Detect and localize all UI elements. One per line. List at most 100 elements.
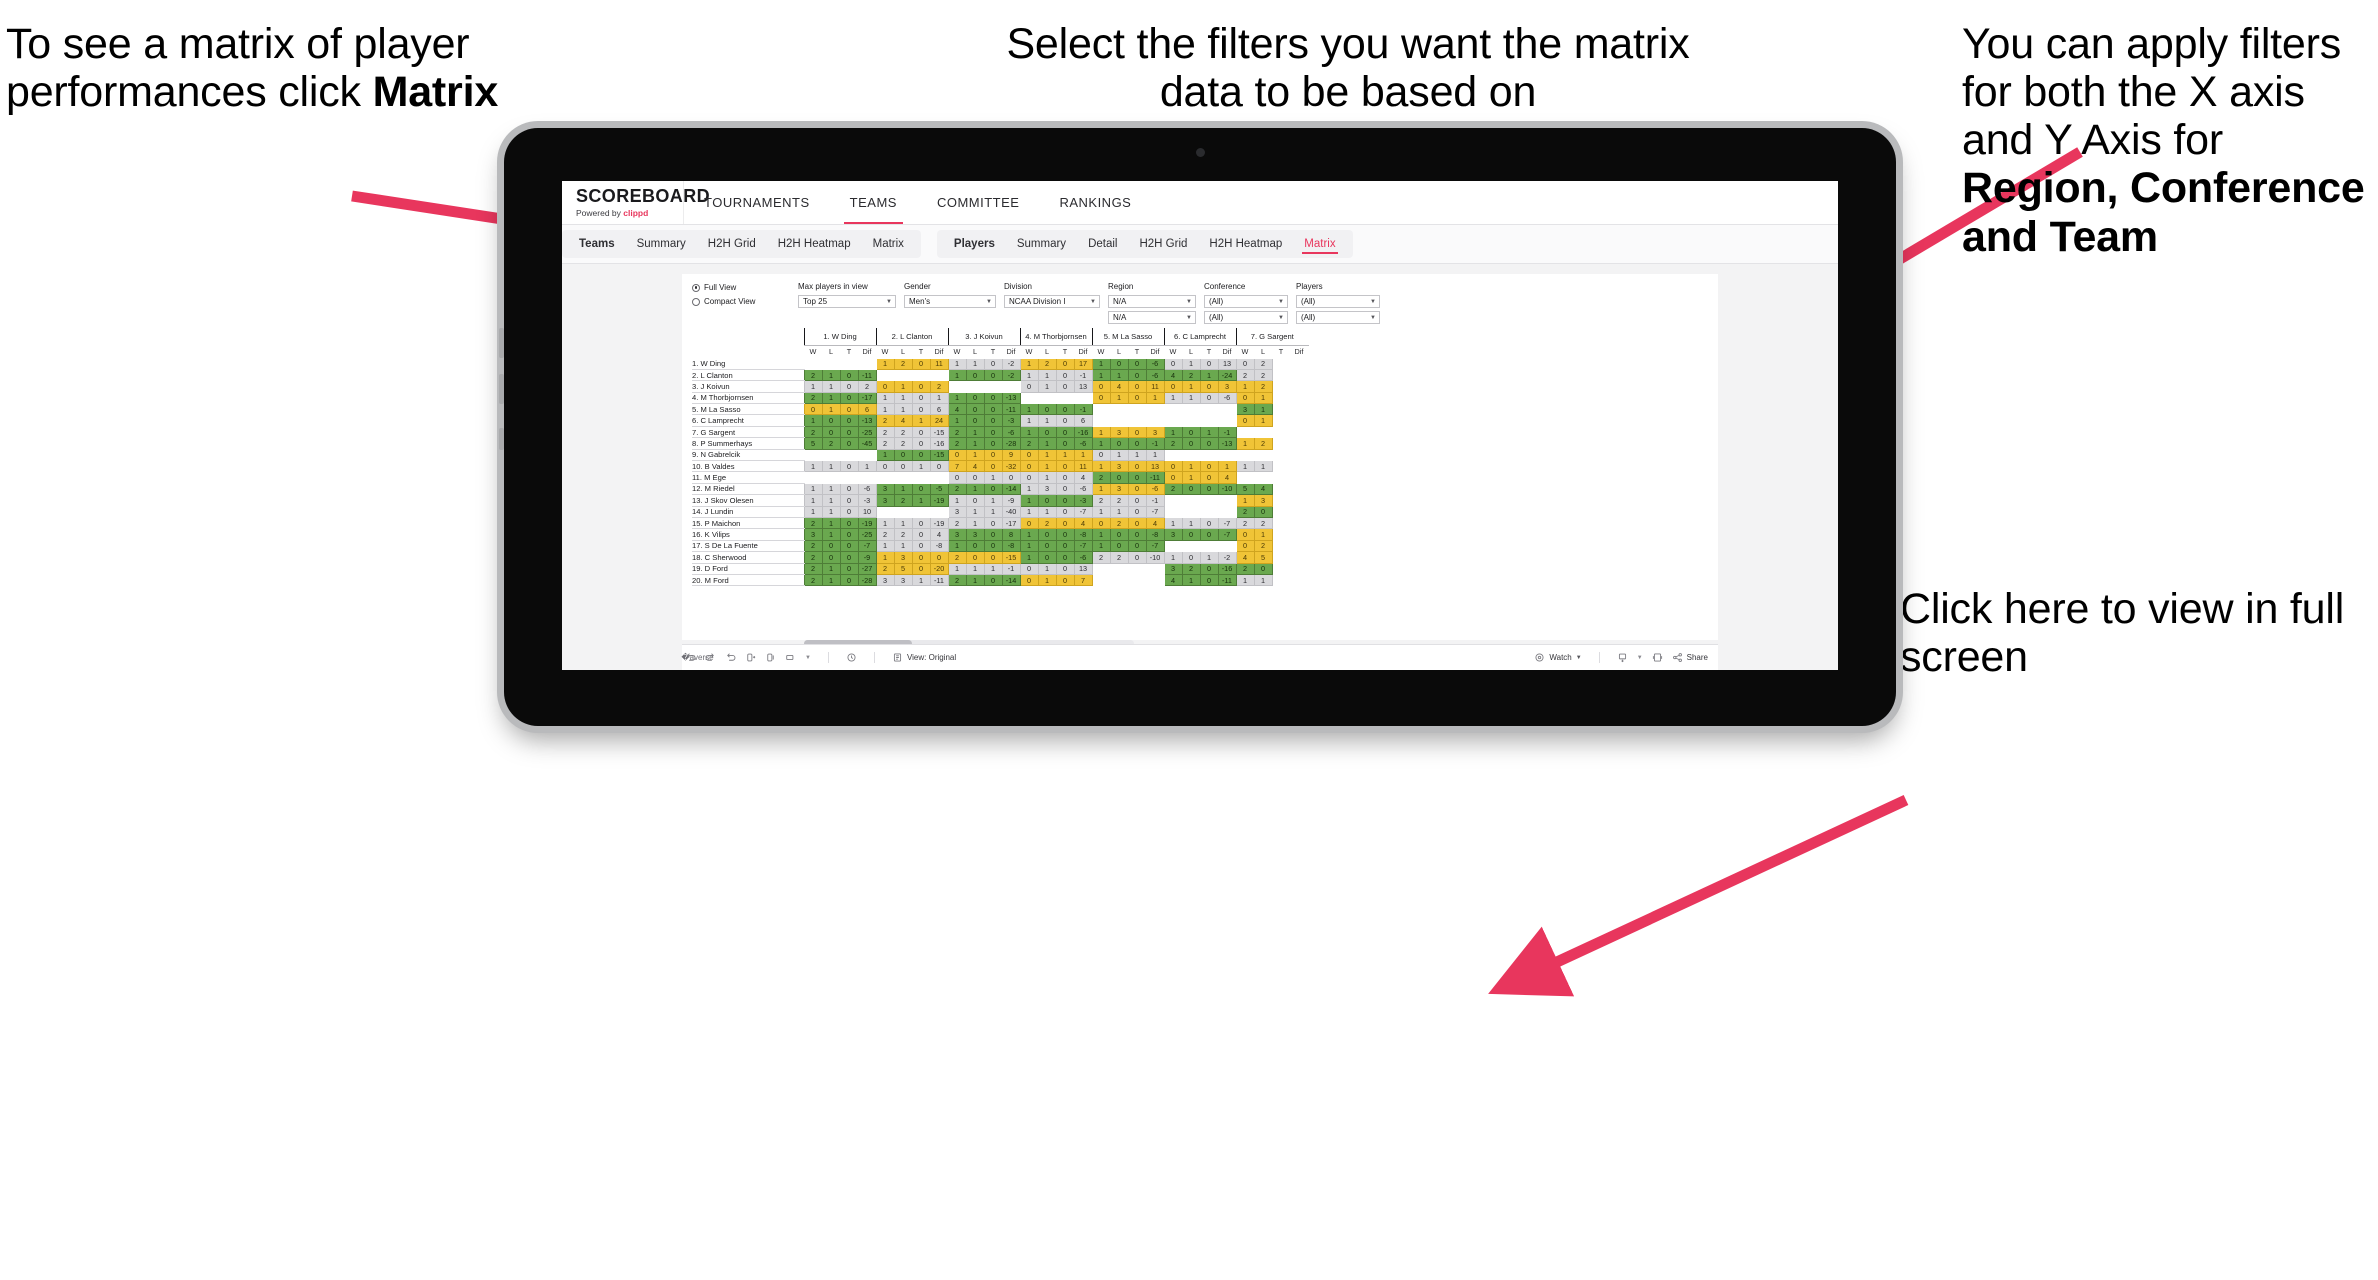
matrix-cell[interactable]: 0 [911,380,931,393]
matrix-cell[interactable]: -1 [1001,562,1021,575]
matrix-cell[interactable]: 1 [1253,414,1273,427]
matrix-cell[interactable]: 0 [1199,459,1219,473]
matrix-row[interactable]: 12. M Riedel 1 1 0 -6 3 1 0 -5 2 1 0 -14 1 3 0 -6 1 3 0 -6 2 0… [692,482,1309,496]
matrix-cell[interactable] [1163,403,1183,416]
matrix-row-label[interactable]: 8. P Summerhays [692,437,804,450]
matrix-cell[interactable]: 0 [821,425,841,439]
matrix-cell[interactable]: -45 [857,437,877,450]
fullscreen-icon[interactable] [1652,652,1663,663]
matrix-cell[interactable]: 0 [1127,437,1147,450]
matrix-cell[interactable]: 1 [965,516,985,530]
matrix-cell[interactable]: -6 [1073,437,1093,450]
matrix-cell[interactable]: 0 [983,368,1003,382]
matrix-cell[interactable]: 0 [1127,539,1147,553]
matrix-cell[interactable] [803,471,823,484]
matrix-cell[interactable]: 24 [929,414,949,427]
matrix-cell[interactable]: 0 [821,539,841,553]
matrix-row[interactable]: 6. C Lamprecht 1 0 0 -13 2 4 1 24 1 0 0 -3 1 1 0 6 0 1 [692,414,1309,427]
matrix-cell[interactable]: 2 [803,551,823,564]
matrix-row-label[interactable]: 18. C Sherwood [692,551,804,564]
matrix-cell[interactable]: 1 [857,459,877,473]
matrix-row-label[interactable]: 2. L Clanton [692,369,804,382]
matrix-cell[interactable]: 0 [839,505,859,518]
matrix-cell[interactable]: 0 [1199,471,1219,484]
matrix-cell[interactable]: 0 [875,380,895,393]
matrix-cell[interactable]: 0 [1019,459,1039,473]
matrix-cell[interactable] [1181,505,1201,518]
matrix-cell[interactable]: 1 [983,505,1003,518]
matrix-row[interactable]: 2. L Clanton 2 1 0 -11 1 0 0 -2 1 1 0 -1 1 1 0 -6 4 2 1 -24 2… [692,368,1309,382]
matrix-cell[interactable]: 1 [1235,573,1255,587]
matrix-cell[interactable] [965,380,985,393]
matrix-cell[interactable] [1235,425,1255,439]
matrix-cell[interactable]: -7 [1145,505,1165,518]
matrix-cell[interactable]: -3 [1073,494,1093,507]
matrix-cell[interactable]: 1 [1235,380,1255,393]
matrix-row[interactable]: 19. D Ford 2 1 0 -27 2 5 0 -20 1 1 1 -1 0 1 0 13 3 2 0 -16 2 0 [692,562,1309,575]
matrix-cell[interactable]: 3 [947,505,967,518]
matrix-cell[interactable]: 1 [893,539,913,553]
matrix-cell[interactable]: 0 [1253,505,1273,518]
matrix-cell[interactable]: -25 [857,528,877,541]
matrix-cell[interactable]: 1 [1181,471,1201,484]
matrix-cell[interactable]: 2 [875,437,895,450]
matrix-cell[interactable]: 0 [1109,357,1129,370]
matrix-cell[interactable]: 1 [1091,539,1111,553]
matrix-cell[interactable]: 13 [1073,380,1093,393]
matrix-cell[interactable]: 0 [1055,414,1075,427]
matrix-row[interactable]: 9. N Gabrelcik 1 0 0 -15 0 1 0 9 0 1 1 1 0 1 1 1 [692,448,1309,462]
matrix-cell[interactable]: 0 [839,494,859,507]
matrix-cell[interactable]: -19 [929,516,949,530]
matrix-cell[interactable] [875,505,895,518]
matrix-cell[interactable] [1271,425,1291,439]
matrix-cell[interactable]: 0 [1181,437,1201,450]
matrix-cell[interactable]: 6 [857,403,877,416]
matrix-cell[interactable]: 0 [1163,459,1183,473]
matrix-cell[interactable]: 5 [803,437,823,450]
matrix-cell[interactable]: 0 [911,448,931,462]
matrix-cell[interactable]: -10 [1217,482,1237,496]
matrix-cell[interactable]: 1 [803,505,823,518]
matrix-cell[interactable]: 2 [947,573,967,587]
matrix-cell[interactable] [1109,573,1129,587]
matrix-cell[interactable]: 1 [821,573,841,587]
matrix-cell[interactable]: 0 [839,573,859,587]
matrix-cell[interactable] [1145,562,1165,575]
matrix-cell[interactable]: 1 [1145,448,1165,462]
matrix-cell[interactable] [839,471,859,484]
matrix-cell[interactable]: 0 [1091,391,1111,405]
matrix-cell[interactable]: 1 [965,448,985,462]
matrix-cell[interactable] [1271,539,1291,553]
matrix-cell[interactable]: -8 [929,539,949,553]
matrix-cell[interactable]: 0 [965,403,985,416]
matrix-cell[interactable] [1289,403,1309,416]
matrix-cell[interactable]: 2 [893,528,913,541]
matrix-cell[interactable]: 0 [911,516,931,530]
matrix-cell[interactable]: 0 [983,516,1003,530]
matrix-cell[interactable]: -6 [1073,551,1093,564]
matrix-cell[interactable] [1181,494,1201,507]
matrix-cell[interactable]: 1 [1055,448,1075,462]
matrix-cell[interactable]: 0 [893,448,913,462]
matrix-cell[interactable]: 4 [1109,380,1129,393]
matrix-cell[interactable]: 1 [1037,368,1057,382]
matrix-row[interactable]: 20. M Ford 2 1 0 -28 3 3 1 -11 2 1 0 -14 0 1 0 7 4 1 0 -11 1 1 [692,573,1309,587]
matrix-cell[interactable] [1289,471,1309,484]
matrix-cell[interactable]: 0 [983,573,1003,587]
matrix-cell[interactable]: 1 [1109,368,1129,382]
matrix-cell[interactable] [1199,448,1219,462]
matrix-cell[interactable]: -11 [857,368,877,382]
matrix-row-label[interactable]: 19. D Ford [692,563,804,575]
matrix-cell[interactable]: 1 [821,391,841,405]
matrix-cell[interactable]: 2 [947,516,967,530]
matrix-cell[interactable] [1289,505,1309,518]
matrix-cell[interactable]: 4 [965,459,985,473]
matrix-cell[interactable]: 0 [1235,528,1255,541]
matrix-cell[interactable] [875,368,895,382]
matrix-cell[interactable]: 1 [1019,482,1039,496]
device-layout-icon[interactable] [785,652,796,663]
matrix-cell[interactable]: 0 [1127,471,1147,484]
matrix-cell[interactable]: 1 [1199,368,1219,382]
matrix-cell[interactable]: 0 [1055,562,1075,575]
matrix-cell[interactable] [1289,551,1309,564]
